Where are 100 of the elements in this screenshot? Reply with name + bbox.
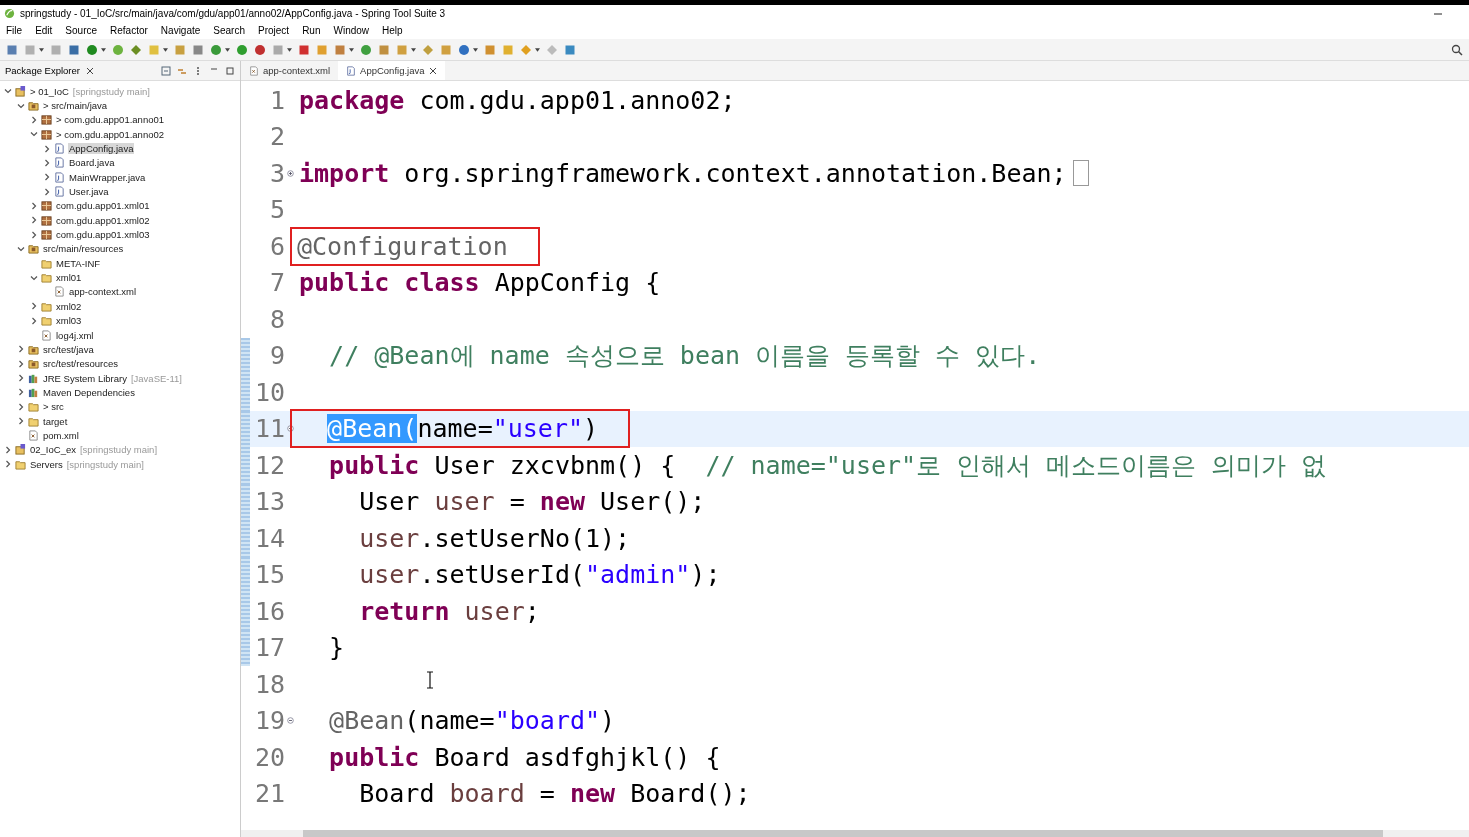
view-tab[interactable]: Package Explorer <box>5 65 80 76</box>
expand-fold-icon[interactable] <box>287 169 294 177</box>
tree-item[interactable]: > src/main/java <box>42 100 109 111</box>
menu-item[interactable]: Help <box>382 25 403 36</box>
expand-chevron-icon[interactable] <box>17 417 25 426</box>
editor-tab[interactable]: app-context.xml <box>241 61 339 80</box>
expand-chevron-icon[interactable] <box>4 445 12 454</box>
menu-item[interactable]: Window <box>333 25 370 36</box>
expand-chevron-icon[interactable] <box>43 158 51 167</box>
package-icon <box>41 229 52 241</box>
expand-chevron-icon[interactable] <box>30 216 38 225</box>
tree-item[interactable]: src/test/java <box>42 343 95 355</box>
tree-item[interactable]: log4j.xml <box>55 329 95 341</box>
menu-item[interactable]: Navigate <box>160 25 201 36</box>
tree-item[interactable]: com.gdu.app01.xml03 <box>55 229 151 241</box>
square-icon[interactable] <box>192 43 204 56</box>
expand-chevron-icon[interactable] <box>4 460 12 469</box>
tree-item[interactable]: > com.gdu.app01.anno02 <box>55 128 166 140</box>
tree-item[interactable]: Board.java <box>68 157 116 169</box>
tree-item[interactable]: AppConfig.java <box>68 143 135 155</box>
menu-item[interactable]: Search <box>213 25 245 36</box>
tree-item[interactable]: target <box>42 415 69 427</box>
expand-chevron-icon[interactable] <box>17 388 25 397</box>
search-icon[interactable] <box>1451 43 1463 56</box>
dropdown-caret-icon[interactable] <box>163 47 168 52</box>
circle-icon[interactable] <box>458 43 470 56</box>
tree-item[interactable]: Servers <box>29 458 64 470</box>
editor-tab[interactable]: AppConfig.java <box>338 61 445 80</box>
code-line: @Bean(name="board") <box>328 705 617 738</box>
collapse-chevron-icon[interactable] <box>30 130 38 139</box>
tree-item[interactable]: User.java <box>68 186 110 198</box>
tree-item[interactable]: JRE System Library <box>42 372 128 384</box>
square-icon[interactable] <box>6 43 18 56</box>
tree-item[interactable]: com.gdu.app01.xml02 <box>55 214 151 226</box>
expand-chevron-icon[interactable] <box>17 359 25 368</box>
collapse-chevron-icon[interactable] <box>30 273 38 282</box>
expand-chevron-icon[interactable] <box>17 374 25 383</box>
menu-item[interactable]: File <box>6 25 23 36</box>
square-icon[interactable] <box>564 43 576 56</box>
square-icon[interactable] <box>68 43 80 56</box>
menu-item[interactable]: Edit <box>35 25 53 36</box>
expand-chevron-icon[interactable] <box>30 302 38 311</box>
folded-code-marker[interactable] <box>1072 160 1089 187</box>
dropdown-caret-icon[interactable] <box>349 47 354 52</box>
expand-chevron-icon[interactable] <box>30 201 38 210</box>
tree-item[interactable]: 02_IoC_ex <box>29 444 77 456</box>
tree-item[interactable]: > com.gdu.app01.anno01 <box>55 114 166 126</box>
expand-chevron-icon[interactable] <box>30 115 38 124</box>
collapse-fold-icon[interactable] <box>287 425 294 433</box>
menu-item[interactable]: Refactor <box>110 25 148 36</box>
tree-item[interactable]: pom.xml <box>42 429 80 441</box>
square-icon[interactable] <box>378 43 390 56</box>
package-icon <box>41 200 52 212</box>
maximize-icon[interactable] <box>225 65 235 76</box>
dropdown-caret-icon[interactable] <box>411 47 416 52</box>
dropdown-caret-icon[interactable] <box>287 47 292 52</box>
tree-item[interactable]: xml03 <box>55 315 83 327</box>
dropdown-caret-icon[interactable] <box>39 47 44 52</box>
expand-chevron-icon[interactable] <box>17 402 25 411</box>
line-number: 10 <box>253 377 285 407</box>
tree-item[interactable]: xml02 <box>55 300 83 312</box>
dropdown-caret-icon[interactable] <box>535 47 540 52</box>
tree-item[interactable]: META-INF <box>55 257 102 269</box>
expand-chevron-icon[interactable] <box>43 187 51 196</box>
collapse-chevron-icon[interactable] <box>17 244 25 253</box>
expand-chevron-icon[interactable] <box>30 316 38 325</box>
expand-chevron-icon[interactable] <box>30 230 38 239</box>
tree-item[interactable]: Maven Dependencies <box>42 386 136 398</box>
collapse-chevron-icon[interactable] <box>4 87 12 96</box>
circle-icon[interactable] <box>86 43 98 56</box>
circle-icon[interactable] <box>254 43 266 56</box>
menu-item[interactable]: Source <box>65 25 98 36</box>
dropdown-caret-icon[interactable] <box>101 47 106 52</box>
scrollbar-thumb[interactable] <box>303 830 1383 837</box>
menu-item[interactable]: Run <box>302 25 321 36</box>
collapse-all-icon[interactable] <box>161 65 171 76</box>
tree-item[interactable]: > src <box>42 401 65 413</box>
expand-chevron-icon[interactable] <box>43 144 51 153</box>
circle-icon[interactable] <box>360 43 372 56</box>
tree-item[interactable]: > 01_IoC <box>29 85 70 97</box>
collapse-chevron-icon[interactable] <box>17 101 25 110</box>
tree-item[interactable]: src/main/resources <box>42 243 125 255</box>
close-icon[interactable] <box>428 66 437 75</box>
tree-item[interactable]: app-context.xml <box>68 286 138 298</box>
expand-chevron-icon[interactable] <box>17 345 25 354</box>
tree-item[interactable]: xml01 <box>55 272 83 284</box>
folder-icon <box>41 315 52 327</box>
tree-item[interactable]: com.gdu.app01.xml01 <box>55 200 151 212</box>
circle-icon[interactable] <box>236 43 248 56</box>
line-number: 9 <box>268 341 285 371</box>
expand-chevron-icon[interactable] <box>43 173 51 182</box>
menu-item[interactable]: Project <box>258 25 290 36</box>
close-icon[interactable] <box>86 66 94 75</box>
collapse-fold-icon[interactable] <box>287 717 294 725</box>
dropdown-caret-icon[interactable] <box>225 47 230 52</box>
tree-item[interactable]: src/test/resources <box>42 358 119 370</box>
diamond-icon[interactable] <box>130 43 142 56</box>
dropdown-caret-icon[interactable] <box>473 47 478 52</box>
square-icon[interactable] <box>298 43 310 56</box>
tree-item[interactable]: MainWrapper.java <box>68 171 147 183</box>
